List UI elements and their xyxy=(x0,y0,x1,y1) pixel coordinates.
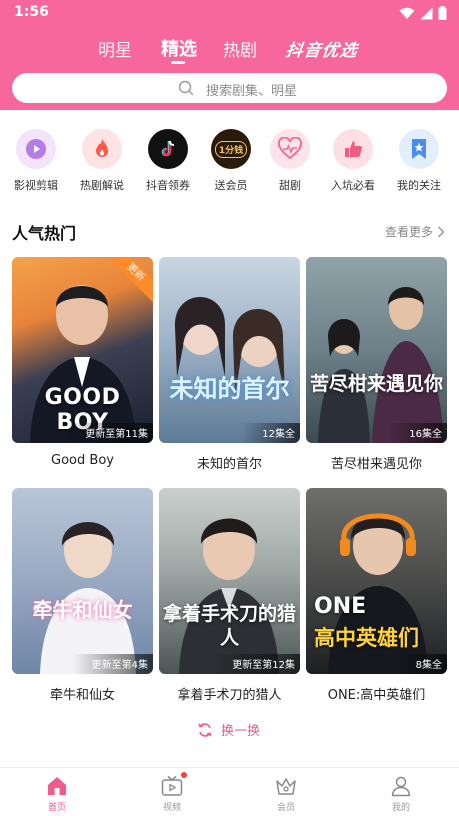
drama-poster[interactable]: 牵牛和仙女 更新至第4集 xyxy=(12,488,153,674)
refresh-label: 换一换 xyxy=(221,724,261,739)
episode-badge: 更新至第11集 xyxy=(65,423,153,443)
top-tabs: 明星 精选 热剧 xyxy=(0,32,459,66)
category-sweet-dramas[interactable]: 甜剧 xyxy=(260,126,320,192)
nav-label: 我的 xyxy=(391,803,410,813)
category-label: 我的关注 xyxy=(397,179,441,192)
membership-icon-text: 1分钱 xyxy=(214,140,248,158)
poster-title-line2: 高中英雄们 xyxy=(314,626,419,650)
tab-douyin-select[interactable]: 抖音优选 xyxy=(284,36,360,61)
drama-title[interactable]: 苦尽柑来遇见你 xyxy=(296,453,457,472)
drama-title[interactable]: 未知的首尔 xyxy=(149,453,310,472)
category-send-membership[interactable]: 1分钱 送会员 xyxy=(201,126,261,192)
douyin-coupon-icon xyxy=(148,129,188,169)
nav-label: 首页 xyxy=(47,803,66,813)
bottom-nav: 首页 视频 会员 我的 xyxy=(0,767,459,816)
poster-title: 苦尽柑来遇见你 xyxy=(310,373,444,395)
poster-figure xyxy=(174,297,285,397)
refresh-icon xyxy=(198,722,212,737)
drama-poster[interactable]: 未知的首尔 12集全 xyxy=(159,257,300,443)
category-drama-commentary[interactable]: 热剧解说 xyxy=(72,126,132,192)
tab-featured[interactable]: 精选 xyxy=(161,35,197,61)
nav-membership[interactable]: 会员 xyxy=(256,774,316,813)
category-must-watch[interactable]: 入坑必看 xyxy=(323,126,383,192)
episode-badge: 8集全 xyxy=(395,654,447,674)
star-bookmark-icon xyxy=(399,129,439,169)
signal-icon xyxy=(420,7,433,19)
status-bar: 1:56 xyxy=(0,0,459,26)
tv-icon xyxy=(160,772,187,798)
nav-label: 视频 xyxy=(162,803,181,813)
fire-icon xyxy=(82,129,122,169)
notification-dot xyxy=(181,772,187,778)
episode-badge: 更新至第12集 xyxy=(212,654,300,674)
drama-poster[interactable]: 苦尽柑来遇见你 16集全 xyxy=(306,257,447,443)
see-more-link[interactable]: 查看更多 xyxy=(385,223,445,240)
search-placeholder: 搜索剧集、明星 xyxy=(206,84,298,99)
heart-icon xyxy=(270,129,310,169)
chevron-right-icon xyxy=(437,225,445,238)
nav-profile[interactable]: 我的 xyxy=(371,774,431,813)
poster-figure xyxy=(40,522,136,674)
poster-title: 未知的首尔 xyxy=(169,375,290,403)
thumbs-up-icon xyxy=(333,129,373,169)
nav-video[interactable]: 视频 xyxy=(142,772,202,813)
search-bar[interactable]: 搜索剧集、明星 xyxy=(12,73,447,103)
category-douyin-coupon[interactable]: 抖音领券 xyxy=(138,126,198,192)
video-play-icon xyxy=(16,129,56,169)
poster-title: 拿着手术刀的猎人 xyxy=(163,603,297,649)
active-tab-indicator xyxy=(171,61,185,64)
drama-title[interactable]: ONE:高中英雄们 xyxy=(296,684,457,703)
drama-title[interactable]: 拿着手术刀的猎人 xyxy=(149,684,310,703)
category-row: 影视剪辑 热剧解说 抖音领券 1分钱 送会员 甜剧 入坑必看 我的关注 xyxy=(0,126,459,196)
poster-title-line1: ONE xyxy=(314,594,367,619)
drama-poster[interactable]: ONE 高中英雄们 8集全 xyxy=(306,488,447,674)
episode-badge: 16集全 xyxy=(389,423,447,443)
category-video-clips[interactable]: 影视剪辑 xyxy=(6,126,66,192)
person-icon xyxy=(389,774,413,798)
battery-icon xyxy=(438,6,447,20)
drama-title[interactable]: Good Boy xyxy=(2,453,163,468)
drama-title[interactable]: 牵牛和仙女 xyxy=(2,684,163,703)
top-header: 1:56 明星 精选 热剧 抖音优选 搜索剧集、明星 xyxy=(0,0,459,110)
section-title: 人气热门 xyxy=(12,224,77,243)
poster-title: 牵牛和仙女 xyxy=(32,598,133,622)
tab-stars[interactable]: 明星 xyxy=(98,36,132,61)
status-icons xyxy=(399,6,447,20)
status-time: 1:56 xyxy=(14,4,49,20)
poster-figure xyxy=(318,287,444,443)
category-my-follows[interactable]: 我的关注 xyxy=(389,126,449,192)
nav-home[interactable]: 首页 xyxy=(27,774,87,813)
episode-badge: 更新至第4集 xyxy=(71,654,153,674)
tab-hot-dramas[interactable]: 热剧 xyxy=(223,36,257,61)
home-icon xyxy=(45,774,69,798)
wifi-icon xyxy=(399,7,415,19)
nav-label: 会员 xyxy=(276,803,295,813)
drama-poster[interactable]: 拿着手术刀的猎人 更新至第12集 xyxy=(159,488,300,674)
episode-badge: 12集全 xyxy=(242,423,300,443)
search-icon xyxy=(178,80,194,96)
one-cent-membership-icon: 1分钱 xyxy=(211,129,251,169)
drama-poster[interactable]: 更新 GOOD BOY 更新至第11集 xyxy=(12,257,153,443)
refresh-button[interactable]: 换一换 xyxy=(197,720,260,739)
crown-icon xyxy=(274,774,298,798)
see-more-label: 查看更多 xyxy=(384,225,433,239)
